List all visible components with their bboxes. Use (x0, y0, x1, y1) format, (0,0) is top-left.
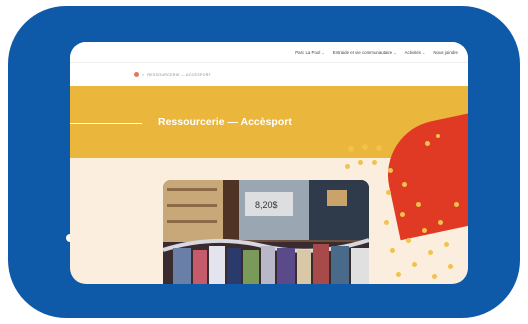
decorative-dot (432, 274, 437, 279)
nav-item-parc-la-pool[interactable]: Parc La Pool ⌄ (295, 50, 325, 55)
decorative-dot (345, 164, 350, 169)
nav-item-nous-joindre[interactable]: Nous joindre (433, 50, 458, 55)
decorative-dot (402, 182, 407, 187)
decorative-dot (416, 202, 421, 207)
banner-line (70, 123, 142, 124)
decorative-dot (425, 141, 430, 146)
decorative-dot (386, 190, 391, 195)
top-navigation: Parc La Pool ⌄ Entraide et vie communaut… (70, 42, 468, 62)
chevron-down-icon: ⌄ (321, 49, 325, 55)
decorative-dot (362, 144, 368, 150)
breadcrumb-current: RESSOURCERIE — ACCÈSPORT (147, 72, 212, 77)
decorative-dot (422, 228, 427, 233)
decorative-dot (454, 202, 459, 207)
decorative-dot (412, 262, 417, 267)
clothing-rack-image: 8,20$ (163, 180, 369, 284)
decorative-dot (428, 250, 433, 255)
decorative-dot (406, 238, 411, 243)
website-screen: Parc La Pool ⌄ Entraide et vie communaut… (70, 42, 468, 284)
decorative-dot (400, 212, 405, 217)
chevron-down-icon: ⌄ (421, 49, 426, 55)
breadcrumb-separator: > (142, 72, 145, 77)
decorative-dot (444, 242, 449, 247)
page-title: Ressourcerie — Accèsport (158, 116, 292, 128)
decorative-dot (396, 272, 401, 277)
decorative-dot (348, 146, 354, 152)
decorative-dot (388, 168, 393, 173)
nav-item-label: Parc La Pool (295, 49, 321, 55)
decorative-dot (448, 264, 453, 269)
decorative-dot (372, 160, 377, 165)
nav-item-label: Nous joindre (433, 49, 458, 55)
decorative-dot (438, 220, 443, 225)
decorative-dot (384, 220, 389, 225)
decorative-dot (390, 248, 395, 253)
chevron-down-icon: ⌄ (393, 49, 397, 55)
home-icon[interactable] (134, 72, 139, 77)
nav-item-label: Activités (404, 49, 421, 55)
decorative-dot (358, 160, 363, 165)
store-photo: 8,20$ (163, 180, 369, 284)
nav-item-activites[interactable]: Activités ⌄ (405, 50, 426, 55)
breadcrumb: > RESSOURCERIE — ACCÈSPORT (134, 72, 211, 77)
decorative-dot (376, 145, 382, 151)
hero-banner: Ressourcerie — Accèsport (70, 86, 468, 241)
decorative-shape (377, 109, 468, 241)
decorative-dot (436, 134, 440, 138)
breadcrumb-bar: > RESSOURCERIE — ACCÈSPORT (70, 62, 468, 86)
svg-text:8,20$: 8,20$ (255, 200, 278, 210)
nav-item-label: Entraide et vie communautaire (332, 49, 393, 55)
nav-item-entraide[interactable]: Entraide et vie communautaire ⌄ (333, 50, 397, 55)
